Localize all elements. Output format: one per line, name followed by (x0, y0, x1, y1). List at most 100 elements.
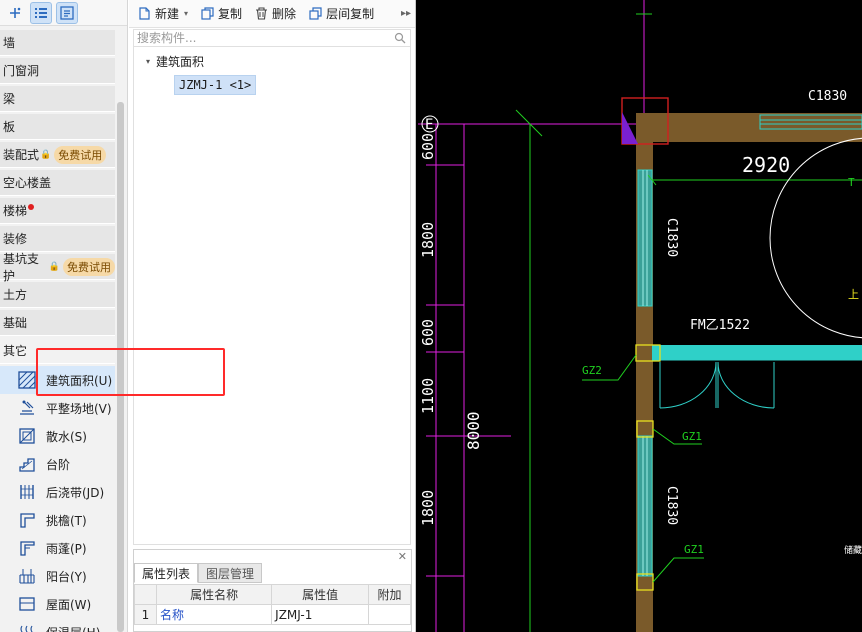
component-list-panel: 新建 ▾ 复制 删除 层间复制 ▸▸ ▾ 建筑面积 JZMJ-1 <1> (129, 0, 416, 632)
floor-copy-button[interactable]: 层间复制 (308, 5, 374, 22)
label-window-top: C1830 (808, 89, 847, 104)
leader-gz1 (652, 557, 704, 583)
wall-horizontal[interactable] (652, 345, 862, 361)
label-window-left-upper: C1830 (664, 218, 679, 257)
component-search (133, 29, 411, 47)
properties-tabs: 属性列表 图层管理 (134, 563, 263, 583)
detail-view-icon[interactable] (56, 1, 78, 24)
tree-item-jzmj-1[interactable]: JZMJ-1 <1> (174, 75, 257, 95)
sub-item-label: 散水(S) (46, 429, 87, 444)
search-icon[interactable] (394, 32, 406, 44)
column-header-value: 属性值 (271, 584, 369, 605)
label-window-left-lower: C1830 (664, 486, 679, 525)
close-icon[interactable]: ✕ (398, 550, 407, 563)
tree-node-label: 建筑面积 (156, 55, 205, 69)
highlight-annotation (36, 348, 225, 396)
property-value[interactable]: JZMJ-1 (271, 604, 369, 625)
category-decoration[interactable]: 装修 (0, 226, 115, 252)
tree-collapse-icon[interactable]: ▾ (146, 57, 150, 66)
component-tree: ▾ 建筑面积 JZMJ-1 <1> (133, 47, 411, 545)
cad-tick-up: 上 (848, 288, 859, 301)
tab-property-list[interactable]: 属性列表 (134, 563, 199, 583)
window-left-upper[interactable] (637, 169, 653, 307)
label-dim-1800-a: 1800 (419, 222, 437, 258)
properties-panel: ✕ 属性列表 图层管理 属性名称 属性值 附加 1 名称 JZMJ-1 (133, 549, 412, 632)
label-span-width: 2920 (742, 153, 790, 177)
add-icon[interactable] (4, 2, 26, 24)
category-door-window[interactable]: 门窗洞 (0, 58, 115, 84)
column-header-extra: 附加 (368, 584, 411, 605)
category-label: 板 (3, 120, 16, 134)
category-label: 门窗洞 (3, 64, 40, 78)
sub-item-canopy[interactable]: 雨蓬(P) (0, 534, 115, 562)
window-left-lower[interactable] (637, 435, 653, 577)
sub-item-label: 保温层(H) (46, 624, 100, 632)
door-swing (659, 361, 775, 409)
copy-button[interactable]: 复制 (200, 5, 242, 22)
dropdown-arrow-icon[interactable]: ▾ (184, 9, 188, 18)
search-input[interactable] (134, 30, 384, 46)
category-label: 楼梯 (3, 204, 28, 218)
sub-item-label: 后浇带(JD) (46, 485, 105, 500)
sub-item-label: 挑檐(T) (46, 513, 87, 528)
floor-plan-drawing: E T 上 C1830 2920 C1830 FM乙1522 GZ2 GZ1 G… (418, 0, 862, 632)
category-label: 装修 (3, 232, 28, 246)
category-slab[interactable]: 板 (0, 114, 115, 140)
category-foundation[interactable]: 基础 (0, 310, 115, 336)
sub-item-label: 阳台(Y) (46, 569, 87, 584)
floor-copy-label: 层间复制 (326, 7, 375, 21)
sub-item-apron[interactable]: 散水(S) (0, 422, 115, 450)
category-excavation-support[interactable]: 基坑支护 🔒 免费试用 (0, 252, 115, 283)
category-label: 装配式 (3, 148, 40, 162)
sub-item-steps[interactable]: 台阶 (0, 450, 115, 478)
balcony-icon (16, 565, 38, 587)
sub-item-eave[interactable]: 挑檐(T) (0, 506, 115, 534)
sub-item-label: 雨蓬(P) (46, 541, 87, 556)
label-dim-1800-b: 1800 (419, 490, 437, 526)
category-hollow-floor[interactable]: 空心楼盖 (0, 170, 115, 196)
sub-item-label: 屋面(W) (46, 597, 92, 612)
sub-item-label: 平整场地(V) (46, 401, 112, 416)
wall-top[interactable] (638, 113, 862, 142)
lock-icon: 🔒 (40, 149, 52, 160)
new-button[interactable]: 新建 ▾ (137, 5, 188, 22)
new-label: 新建 (155, 7, 180, 21)
sub-item-balcony[interactable]: 阳台(Y) (0, 562, 115, 590)
sub-item-label: 台阶 (46, 457, 71, 472)
category-label: 梁 (3, 92, 16, 106)
properties-table: 属性名称 属性值 附加 1 名称 JZMJ-1 (134, 584, 411, 625)
column-header-index (134, 584, 157, 605)
list-view-icon[interactable] (30, 1, 52, 24)
label-gz1-b: GZ1 (684, 543, 704, 556)
lock-icon: 🔒 (48, 261, 60, 272)
delete-icon (256, 7, 268, 20)
cad-drawing-canvas[interactable]: E T 上 C1830 2920 C1830 FM乙1522 GZ2 GZ1 G… (416, 0, 862, 632)
category-wall[interactable]: 墙 (0, 30, 115, 56)
category-beam[interactable]: 梁 (0, 86, 115, 112)
free-trial-badge[interactable]: 免费试用 (54, 145, 107, 164)
delete-button[interactable]: 删除 (254, 5, 296, 22)
sub-item-insulation[interactable]: 保温层(H) (0, 618, 115, 632)
free-trial-badge[interactable]: 免费试用 (63, 257, 115, 276)
green-tick (515, 109, 543, 137)
sub-item-post-cast-strip[interactable]: 后浇带(JD) (0, 478, 115, 506)
component-navigation-panel: 墙 门窗洞 梁 板 装配式 🔒 免费试用 空心楼盖 楼梯 装修 基坑支护 🔒 免费试用 … (0, 0, 128, 632)
table-row[interactable]: 1 名称 JZMJ-1 (134, 604, 411, 625)
label-dim-600-a: 600 (419, 133, 437, 160)
property-extra (368, 604, 411, 625)
category-stairs[interactable]: 楼梯 (0, 198, 115, 224)
label-dim-total: 8000 (464, 411, 483, 450)
sub-item-site-leveling[interactable]: 平整场地(V) (0, 394, 115, 422)
column-header-name: 属性名称 (155, 584, 273, 605)
more-tools-icon[interactable]: ▸▸ (401, 8, 411, 19)
left-toolbar (0, 0, 127, 26)
site-leveling-icon (16, 397, 38, 419)
category-label: 土方 (3, 288, 28, 302)
tree-node-building-area[interactable]: ▾ 建筑面积 (146, 53, 204, 70)
category-label: 基坑支护 (3, 251, 40, 283)
category-prefab[interactable]: 装配式 🔒 免费试用 (0, 142, 115, 168)
tab-layer-management[interactable]: 图层管理 (198, 563, 263, 583)
category-earthwork[interactable]: 土方 (0, 282, 115, 308)
sub-item-roof[interactable]: 屋面(W) (0, 590, 115, 618)
label-room: 储藏 (844, 544, 862, 556)
